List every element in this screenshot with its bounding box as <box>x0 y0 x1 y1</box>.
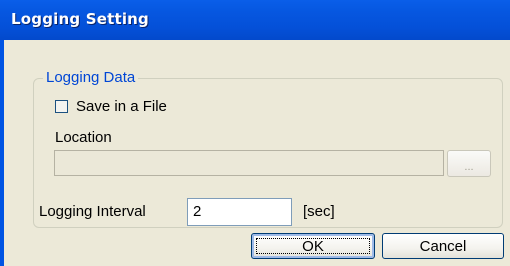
save-in-file-checkbox[interactable] <box>55 99 68 113</box>
location-label: Location <box>55 129 112 146</box>
location-field <box>54 150 444 176</box>
logging-interval-input[interactable]: 2 <box>187 198 292 226</box>
logging-interval-label: Logging Interval <box>39 203 146 220</box>
logging-setting-dialog: Logging Setting Logging Data Save in a F… <box>0 0 510 266</box>
cancel-button-label: Cancel <box>419 237 467 255</box>
focus-indicator <box>256 238 370 254</box>
interval-unit-label: [sec] <box>303 203 335 220</box>
cancel-button[interactable]: Cancel <box>382 233 504 259</box>
title-bar[interactable]: Logging Setting <box>0 0 510 40</box>
save-in-file-label[interactable]: Save in a File <box>76 98 167 115</box>
ok-button[interactable]: OK <box>251 233 375 259</box>
save-in-file-checkbox-row[interactable]: Save in a File <box>55 97 167 115</box>
window-title: Logging Setting <box>11 10 149 28</box>
browse-button: ... <box>447 150 491 177</box>
logging-data-group-label: Logging Data <box>43 69 139 87</box>
dialog-body: Logging Data Save in a File Location ...… <box>4 40 510 266</box>
